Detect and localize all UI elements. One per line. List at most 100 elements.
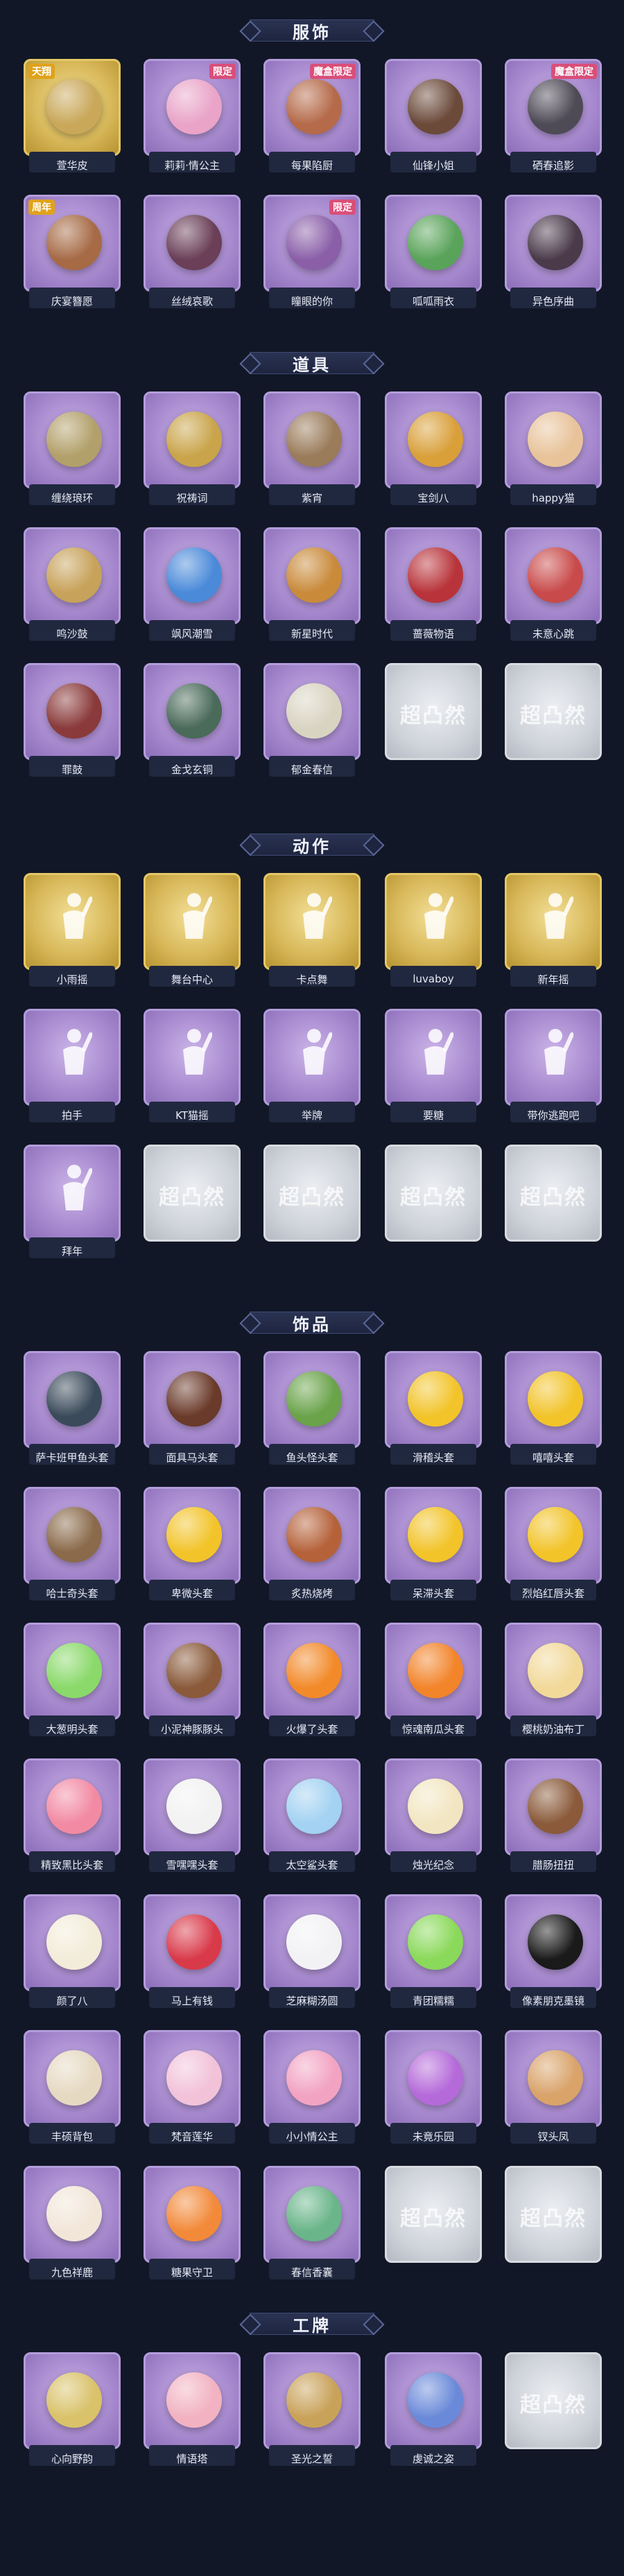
item-cell[interactable]: 未意心跳	[505, 527, 602, 644]
item-cell[interactable]: 鸣沙鼓	[24, 527, 121, 644]
item-cell[interactable]: 呱呱雨衣	[385, 195, 482, 311]
item-label: 庆宴簪愿	[51, 294, 93, 308]
item-cell[interactable]: 举牌	[263, 1009, 361, 1125]
item-cell[interactable]: 超凸然	[385, 1145, 482, 1261]
item-cell[interactable]: 未竟乐园	[385, 2030, 482, 2146]
item-cell[interactable]: 紫宵	[263, 391, 361, 508]
item-cell[interactable]: 芝麻糊汤圆	[263, 1894, 361, 2011]
item-cell[interactable]: 青团糯糯	[385, 1894, 482, 2011]
item-cell[interactable]: 新星时代	[263, 527, 361, 644]
item-cell[interactable]: 限定 莉莉·情公主	[144, 59, 241, 175]
item-cell[interactable]: 情语塔	[144, 2352, 241, 2469]
item-label: 马上有钱	[171, 1994, 213, 2007]
item-cell[interactable]: 哈士奇头套	[24, 1487, 121, 1603]
item-cell[interactable]: 精致黑比头套	[24, 1758, 121, 1875]
item-cell[interactable]: 魔盒限定 每果陷厨	[263, 59, 361, 175]
item-cell[interactable]: 呆滞头套	[385, 1487, 482, 1603]
item-cell[interactable]: 惊魂南瓜头套	[385, 1623, 482, 1739]
item-cell[interactable]: 大葱明头套	[24, 1623, 121, 1739]
item-cell[interactable]: 钗头凤	[505, 2030, 602, 2146]
item-cell[interactable]: 魔盒限定 硒春追影	[505, 59, 602, 175]
item-cell[interactable]: 限定 瞳眼的你	[263, 195, 361, 311]
item-cell[interactable]: 新年摇	[505, 873, 602, 989]
item-cell[interactable]: 天翔 萱华皮	[24, 59, 121, 175]
item-cell[interactable]: 小泥神豚豚头	[144, 1623, 241, 1739]
item-cell[interactable]: 卑微头套	[144, 1487, 241, 1603]
item-cell[interactable]: 舞台中心	[144, 873, 241, 989]
item-cell[interactable]: 要糖	[385, 1009, 482, 1125]
item-cell[interactable]: 蔷薇物语	[385, 527, 482, 644]
item-image	[408, 2372, 463, 2428]
item-cell[interactable]: 梵音莲华	[144, 2030, 241, 2146]
item-cell[interactable]: 超凸然	[385, 2166, 482, 2282]
item-cell[interactable]: 超凸然	[505, 2352, 602, 2469]
item-cell[interactable]: 周年 庆宴簪愿	[24, 195, 121, 311]
item-cell[interactable]: 樱桃奶油布丁	[505, 1623, 602, 1739]
item-cell[interactable]: 超凸然	[144, 1145, 241, 1261]
item-label: 丝绒哀歌	[171, 294, 213, 308]
item-cell[interactable]: KT猫摇	[144, 1009, 241, 1125]
item-cell[interactable]: 九色祥鹿	[24, 2166, 121, 2282]
item-cell[interactable]: 拍手	[24, 1009, 121, 1125]
item-cell[interactable]: 丝绒哀歌	[144, 195, 241, 311]
item-cell[interactable]: 超凸然	[505, 1145, 602, 1261]
item-image	[528, 2050, 583, 2106]
item-cell[interactable]: 飒风潮雪	[144, 527, 241, 644]
item-cell[interactable]: 卡点舞	[263, 873, 361, 989]
item-cell[interactable]: 炙热烧烤	[263, 1487, 361, 1603]
item-cell[interactable]: 仙锋小姐	[385, 59, 482, 175]
item-cell[interactable]: 超凸然	[505, 2166, 602, 2282]
locked-item-card: 超凸然	[263, 1145, 361, 1242]
item-cell[interactable]: 火爆了头套	[263, 1623, 361, 1739]
item-cell[interactable]: 异色序曲	[505, 195, 602, 311]
item-cell[interactable]: 郁金春信	[263, 663, 361, 779]
item-cell[interactable]: 金戈玄铜	[144, 663, 241, 779]
item-image	[408, 1914, 463, 1970]
item-cell[interactable]: 雪嘿嘿头套	[144, 1758, 241, 1875]
item-cell[interactable]: 宝剑八	[385, 391, 482, 508]
item-cell[interactable]: 缠绕琅环	[24, 391, 121, 508]
item-cell[interactable]: 嘻嘻头套	[505, 1351, 602, 1467]
item-cell[interactable]: 颜了八	[24, 1894, 121, 2011]
item-cell[interactable]: 鱼头怪头套	[263, 1351, 361, 1467]
item-image	[286, 2186, 342, 2241]
item-cell[interactable]: luvaboy	[385, 873, 482, 989]
item-cell[interactable]: 滑稽头套	[385, 1351, 482, 1467]
item-image	[166, 1371, 222, 1427]
item-cell[interactable]: 像素朋克墨镜	[505, 1894, 602, 2011]
item-image	[286, 1914, 342, 1970]
item-cell[interactable]: 罪鼓	[24, 663, 121, 779]
item-card	[505, 2030, 602, 2127]
item-label: 圣光之誓	[291, 2452, 333, 2465]
item-cell[interactable]: 春信香囊	[263, 2166, 361, 2282]
item-card	[263, 1758, 361, 1855]
item-cell[interactable]: 超凸然	[263, 1145, 361, 1261]
item-cell[interactable]: 腊肠扭扭	[505, 1758, 602, 1875]
item-cell[interactable]: 糖果守卫	[144, 2166, 241, 2282]
item-cell[interactable]: 马上有钱	[144, 1894, 241, 2011]
item-cell[interactable]: 超凸然	[505, 663, 602, 779]
item-image	[166, 1643, 222, 1698]
item-cell[interactable]: 萨卡班甲鱼头套	[24, 1351, 121, 1467]
item-cell[interactable]: 小小情公主	[263, 2030, 361, 2146]
item-cell[interactable]: 拜年	[24, 1145, 121, 1261]
item-cell[interactable]: 心向野韵	[24, 2352, 121, 2469]
item-label: 飒风潮雪	[171, 627, 213, 640]
item-cell[interactable]: 小雨摇	[24, 873, 121, 989]
pose-figure-icon	[63, 1029, 92, 1075]
item-cell[interactable]: 虔诚之姿	[385, 2352, 482, 2469]
item-cell[interactable]: 面具马头套	[144, 1351, 241, 1467]
item-label: 精致黑比头套	[40, 1858, 103, 1871]
item-cell[interactable]: 太空鲨头套	[263, 1758, 361, 1875]
item-cell[interactable]: 带你逃跑吧	[505, 1009, 602, 1125]
item-cell[interactable]: 丰硕背包	[24, 2030, 121, 2146]
item-cell[interactable]: 烛光纪念	[385, 1758, 482, 1875]
item-card	[505, 1623, 602, 1720]
item-cell[interactable]: 祝祷词	[144, 391, 241, 508]
item-cell[interactable]: happy猫	[505, 391, 602, 508]
item-label: 萨卡班甲鱼头套	[35, 1451, 109, 1464]
item-cell[interactable]: 超凸然	[385, 663, 482, 779]
item-cell[interactable]: 圣光之誓	[263, 2352, 361, 2469]
item-label: 缠绕琅环	[51, 491, 93, 504]
item-cell[interactable]: 烈焰红唇头套	[505, 1487, 602, 1603]
